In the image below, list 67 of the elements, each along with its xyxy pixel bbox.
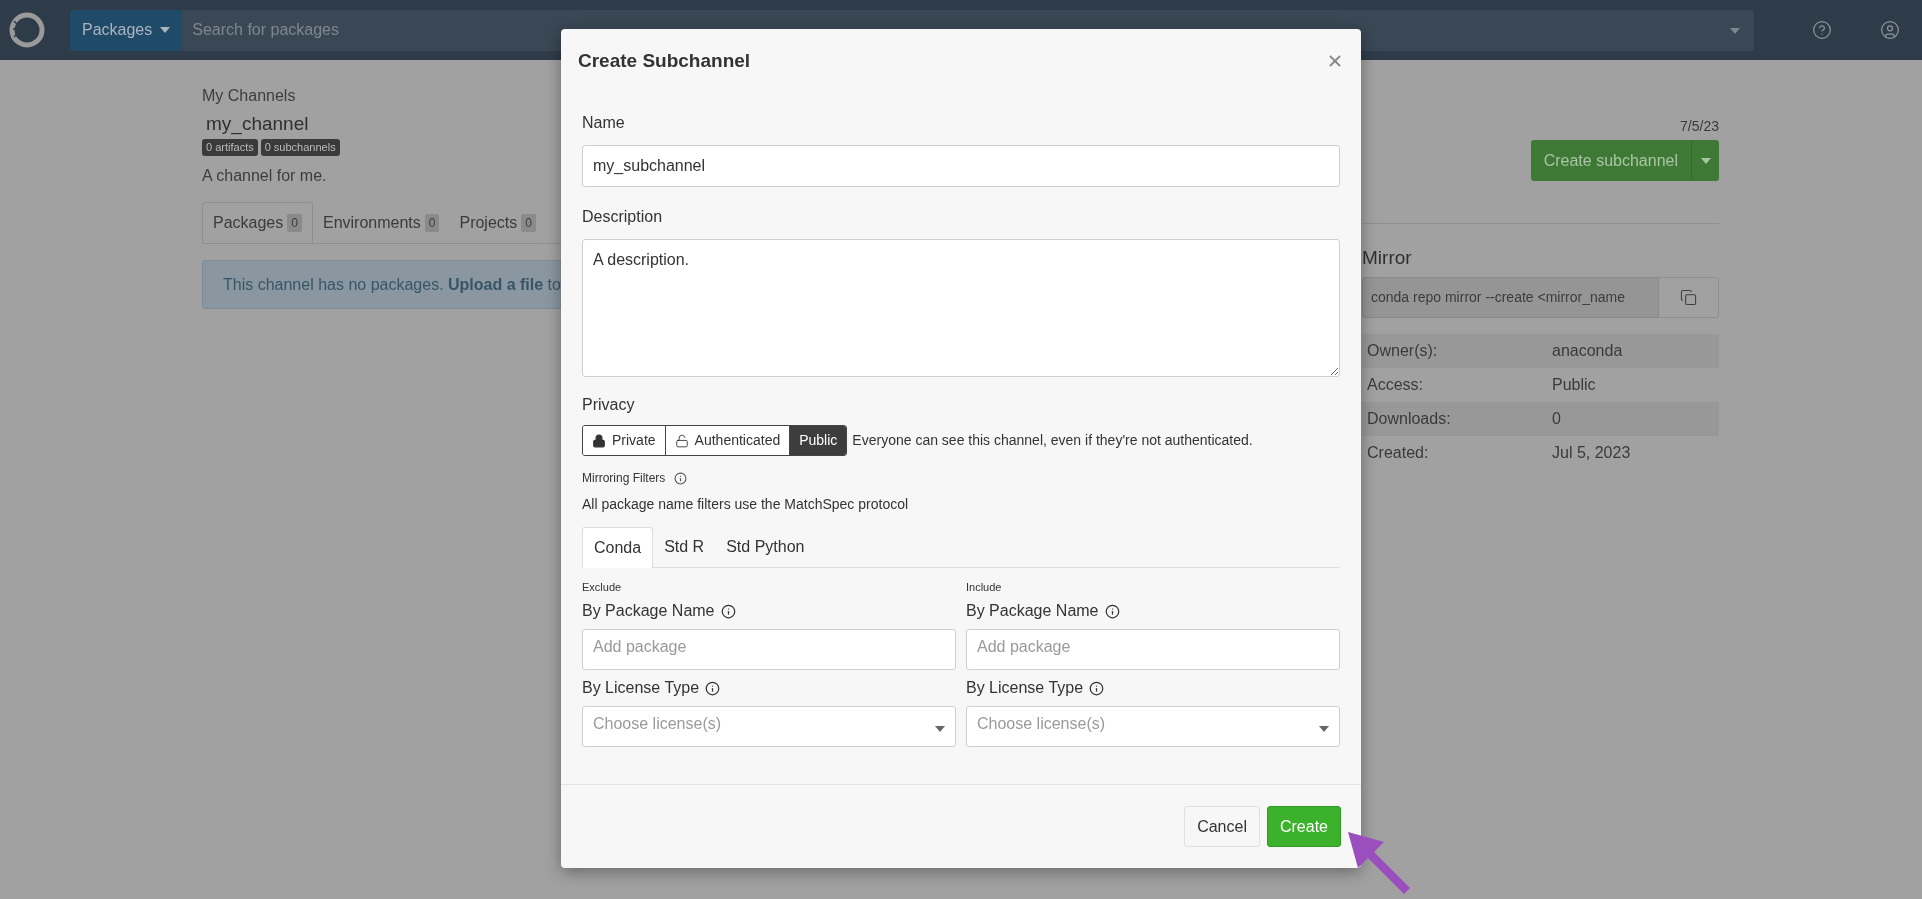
tab-count: 0 (287, 214, 302, 232)
info-icon[interactable] (705, 680, 721, 696)
caret-icon (935, 725, 945, 732)
channel-tab[interactable]: Packages 0 (202, 202, 313, 243)
field-label: Name (582, 113, 626, 133)
package-input[interactable]: Add package (966, 629, 1340, 670)
dropdown-caret-icon (1730, 27, 1740, 34)
mirror-command-field[interactable]: conda repo mirror --create <mirror_name (1362, 276, 1659, 318)
info-icon[interactable] (1089, 680, 1105, 696)
packages-menu-button[interactable]: Packages (70, 9, 183, 51)
info-icon[interactable] (720, 603, 736, 619)
lock-icon (592, 433, 606, 448)
count-badge: 0 subchannels (260, 139, 340, 156)
filter-tab[interactable]: Conda (582, 527, 654, 568)
field-label: By License Type (966, 678, 1084, 698)
privacy-option[interactable]: Authenticated (664, 426, 790, 455)
copy-icon (1680, 288, 1697, 306)
filters-label: Mirroring Filters (582, 470, 666, 487)
field-label: By Package Name (582, 601, 715, 621)
privacy-option[interactable]: Public (789, 426, 847, 455)
caret-icon (160, 27, 171, 33)
date-text: 7/5/23 (1680, 117, 1719, 136)
create-button[interactable]: Create (1266, 806, 1341, 847)
license-select[interactable]: Choose license(s) (582, 706, 956, 747)
filter-tab[interactable]: Std R (653, 527, 716, 567)
channel-name: my_channel (206, 112, 309, 136)
detail-label: Downloads: (1367, 408, 1452, 429)
detail-label: Access: (1367, 374, 1424, 395)
column-heading: Exclude (582, 580, 623, 594)
channel-tab[interactable]: Environments 0 (312, 202, 450, 243)
filter-tab[interactable]: Std Python (715, 527, 816, 567)
info-icon[interactable] (674, 471, 688, 485)
caret-icon (1700, 157, 1711, 164)
count-badge: 0 artifacts (202, 139, 258, 156)
field-label: By Package Name (966, 601, 1099, 621)
pointer-arrow (1348, 832, 1412, 894)
package-input[interactable]: Add package (582, 629, 956, 670)
tab-count: 0 (521, 213, 536, 232)
name-input[interactable]: my_subchannel (582, 145, 1340, 187)
mirror-heading: Mirror (1362, 246, 1413, 270)
privacy-option[interactable]: Private (583, 426, 665, 455)
channel-description: A channel for me. (202, 166, 327, 186)
field-label: By License Type (582, 678, 700, 698)
detail-value: 0 (1552, 408, 1561, 429)
filters-note: All package name filters use the MatchSpec protocol (582, 495, 910, 514)
info-icon[interactable] (1104, 603, 1120, 619)
license-select[interactable]: Choose license(s) (966, 706, 1340, 747)
detail-label: Created: (1367, 442, 1430, 463)
detail-value: Jul 5, 2023 (1552, 442, 1631, 463)
help-icon[interactable] (1812, 20, 1832, 40)
unlocked-lock-icon (674, 433, 689, 448)
breadcrumb-text[interactable]: My Channels (202, 86, 296, 106)
logo-icon (8, 11, 46, 49)
detail-value: anaconda (1552, 340, 1623, 361)
channel-tab[interactable]: Projects 0 (449, 202, 546, 243)
field-label: Description (582, 207, 664, 227)
copy-button[interactable] (1659, 276, 1719, 318)
detail-value: Public (1552, 374, 1596, 395)
privacy-note: Everyone can see this channel, even if they're not authenticated. (852, 431, 1253, 450)
tab-count: 0 (424, 213, 440, 232)
detail-label: Owner(s): (1367, 340, 1439, 361)
cancel-button[interactable]: Cancel (1184, 806, 1260, 847)
dialog-title: Create Subchannel (578, 48, 751, 73)
column-heading: Include (966, 580, 1003, 594)
field-label: Privacy (582, 395, 636, 415)
user-icon[interactable] (1880, 20, 1900, 40)
caret-icon (1319, 725, 1329, 732)
